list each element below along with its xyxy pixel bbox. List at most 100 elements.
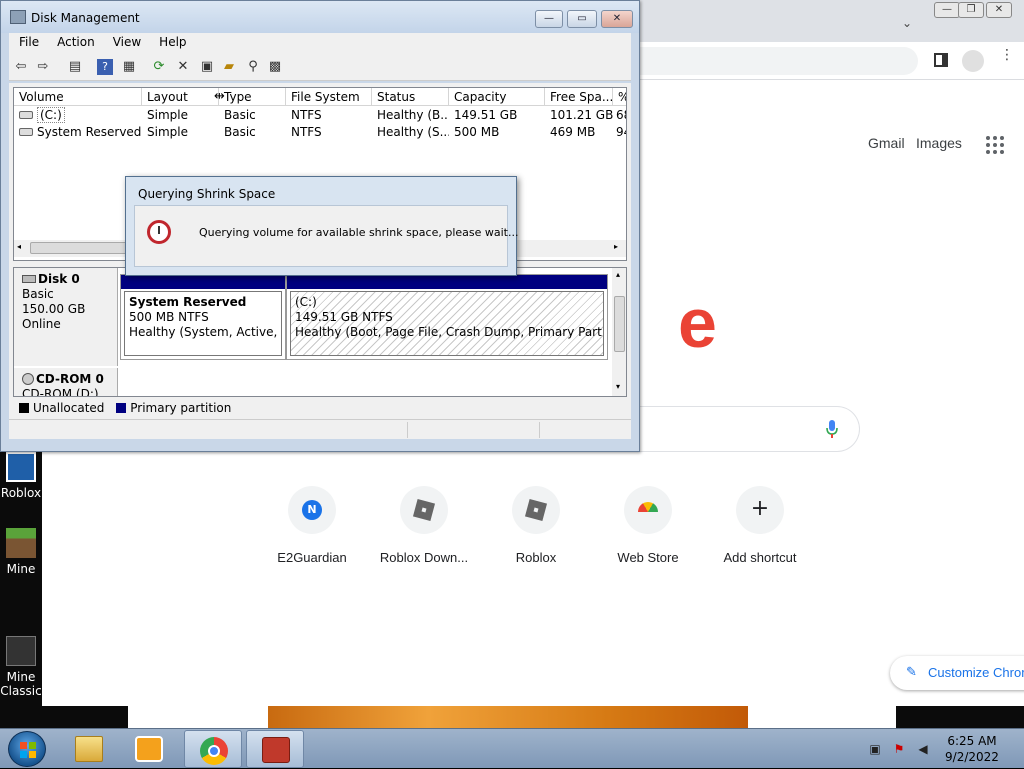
clock-time: 6:25 AM (947, 734, 997, 748)
column-header-percent-free[interactable]: % (613, 88, 626, 106)
partition-status: Healthy (Boot, Page File, Crash Dump, Pr… (295, 325, 604, 339)
side-panel-icon[interactable] (934, 53, 948, 67)
start-button[interactable] (8, 731, 46, 767)
e2guardian-favicon: N (302, 500, 322, 520)
taskbar-chrome[interactable] (184, 730, 242, 768)
images-link[interactable]: Images (916, 135, 962, 151)
volume-layout: Simple (147, 125, 188, 139)
search-magnifier-icon[interactable]: ⚲ (245, 59, 261, 75)
scroll-up-arrow-icon[interactable]: ▴ (616, 270, 620, 279)
volume-name: System Reserved (37, 125, 142, 139)
desktop-icon-label: Mine Classic (0, 670, 42, 698)
disk-management-app-icon (10, 10, 26, 24)
minimize-button[interactable]: — (535, 10, 563, 28)
column-header-status[interactable]: Status (372, 88, 449, 106)
pencil-icon: ✎ (906, 664, 917, 679)
desktop-icon-roblox[interactable]: Roblox (0, 452, 42, 500)
chrome-menu-icon[interactable]: ⋮ (1000, 48, 1014, 62)
scroll-left-arrow-icon[interactable]: ◂ (17, 242, 21, 251)
cdrom-0-info[interactable]: CD-ROM 0 CD-ROM (D:) (14, 368, 118, 397)
tab-search-icon[interactable]: ⌄ (902, 16, 912, 30)
shortcut-label: Roblox (515, 550, 557, 565)
vertical-scrollbar[interactable]: ▴ ▾ (612, 268, 626, 396)
scroll-right-arrow-icon[interactable]: ▸ (614, 242, 618, 251)
legend-unallocated: Unallocated (33, 401, 105, 415)
partition-name: System Reserved (129, 295, 247, 309)
shortcut-roblox[interactable]: Roblox (480, 486, 592, 565)
chrome-restore-button[interactable]: ❐ (958, 2, 984, 18)
gmail-link[interactable]: Gmail (868, 135, 905, 151)
network-icon[interactable]: ▣ (868, 742, 882, 756)
status-bar (9, 419, 631, 439)
column-header-filesystem[interactable]: File System (286, 88, 372, 106)
unallocated-swatch (19, 403, 29, 413)
column-header-volume[interactable]: Volume (14, 88, 142, 106)
disk-view-icon[interactable]: ▩ (267, 59, 283, 75)
taskbar-clock[interactable]: 6:25 AM 9/2/2022 (940, 733, 1004, 765)
menu-bar: File Action View Help (9, 33, 631, 53)
volume-name: (C:) (37, 107, 65, 123)
help-icon[interactable]: ? (97, 59, 113, 75)
chrome-close-button[interactable]: ✕ (986, 2, 1012, 18)
volume-icon[interactable]: ◀ (916, 742, 930, 756)
action-center-icon[interactable]: ⚑ (892, 742, 906, 756)
properties-sheet-icon[interactable]: ▣ (199, 59, 215, 75)
desktop-icon-minecraft[interactable]: Mine (0, 528, 42, 576)
disk-0-info[interactable]: Disk 0 Basic 150.00 GB Online (14, 268, 118, 366)
column-header-layout[interactable]: Layout (142, 88, 219, 106)
google-logo-fragment: e (678, 284, 717, 362)
shortcut-web-store[interactable]: Web Store (592, 486, 704, 565)
disk-state: Online (22, 317, 61, 331)
column-header-capacity[interactable]: Capacity (449, 88, 545, 106)
voice-search-mic-icon[interactable] (826, 420, 838, 438)
maximize-button[interactable]: ▭ (567, 10, 597, 28)
menu-view[interactable]: View (103, 33, 149, 49)
scrollbar-thumb[interactable] (614, 296, 625, 352)
desktop-icon-minecraft-classic[interactable]: Mine Classic (0, 636, 42, 698)
volume-free-space: 469 MB (550, 125, 596, 139)
show-hide-console-tree-icon[interactable]: ▤ (67, 59, 83, 75)
window-titlebar[interactable]: Disk Management — ▭ ✕ (1, 1, 639, 33)
shortcut-e2guardian[interactable]: N E2Guardian (256, 486, 368, 565)
scrollbar-thumb[interactable] (30, 242, 134, 254)
taskbar-computer-management[interactable] (246, 730, 304, 768)
taskbar-media-player[interactable] (120, 730, 178, 768)
volume-free-space: 101.21 GB (550, 108, 613, 122)
taskbar-explorer[interactable] (60, 730, 118, 768)
column-header-free-space[interactable]: Free Spa... (545, 88, 613, 106)
dialog-title: Querying Shrink Space (138, 187, 276, 201)
drive-icon (19, 111, 33, 119)
partition-c-drive[interactable]: (C:) 149.51 GB NTFS Healthy (Boot, Page … (286, 274, 608, 360)
scroll-down-arrow-icon[interactable]: ▾ (616, 382, 620, 391)
properties-icon[interactable]: ▦ (121, 59, 137, 75)
forward-arrow-icon[interactable]: ⇨ (35, 59, 51, 75)
partition-system-reserved[interactable]: System Reserved 500 MB NTFS Healthy (Sys… (120, 274, 286, 360)
refresh-icon[interactable]: ⟳ (151, 59, 167, 75)
partition-size: 500 MB NTFS (129, 310, 209, 324)
disk-size: 150.00 GB (22, 302, 86, 316)
chrome-minimize-button[interactable]: — (934, 2, 960, 18)
volume-filesystem: NTFS (291, 108, 322, 122)
media-player-icon (135, 736, 163, 762)
customize-chrome-button[interactable]: ✎ Customize Chrome (890, 656, 1024, 690)
shortcut-roblox-download[interactable]: Roblox Down... (368, 486, 480, 565)
menu-action[interactable]: Action (47, 33, 103, 49)
menu-file[interactable]: File (9, 33, 47, 49)
wallpaper-strip (128, 706, 896, 728)
disk-name: Disk 0 (38, 272, 80, 286)
back-arrow-icon[interactable]: ⇦ (13, 59, 29, 75)
windows-logo-icon (20, 742, 36, 758)
shortcut-add[interactable]: + Add shortcut (704, 486, 816, 565)
volume-capacity: 500 MB (454, 125, 500, 139)
menu-help[interactable]: Help (149, 33, 194, 49)
profile-avatar[interactable] (962, 50, 984, 72)
google-apps-icon[interactable] (986, 136, 1004, 154)
open-folder-icon[interactable]: ▰ (221, 59, 237, 75)
volume-filesystem: NTFS (291, 125, 322, 139)
legend: Unallocated Primary partition (13, 399, 627, 417)
delete-icon[interactable]: ✕ (175, 59, 191, 75)
column-header-type[interactable]: Type (219, 88, 286, 106)
volume-type: Basic (224, 108, 256, 122)
close-button[interactable]: ✕ (601, 10, 633, 28)
cdrom-sub: CD-ROM (D:) (22, 387, 99, 397)
